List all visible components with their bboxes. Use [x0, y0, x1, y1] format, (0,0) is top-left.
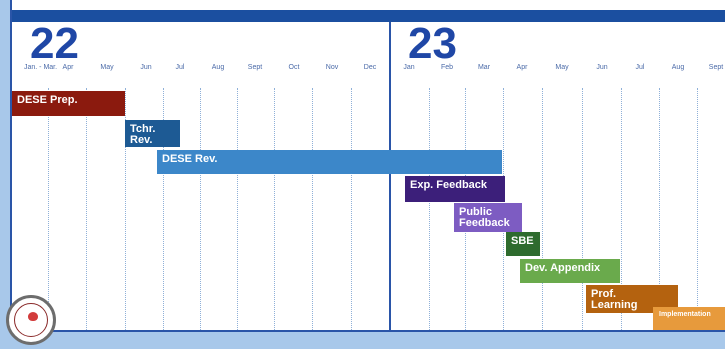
month-label: Jul — [635, 64, 645, 71]
department-seal-logo — [6, 295, 56, 345]
timeline-frame: 22 23 Jan. - Mar. Apr May Jun Jul Aug Sept Oct N… — [10, 0, 725, 332]
gantt-bar-exp-feedback: Exp. Feedback — [405, 176, 505, 202]
month-gridline — [542, 88, 543, 330]
gantt-bar-tchr-rev: Tchr. Rev. — [125, 120, 180, 147]
month-gridline — [582, 88, 583, 330]
month-label: May — [555, 64, 569, 71]
gantt-bar-implementation: Implementation — [653, 307, 725, 330]
month-gridline — [697, 88, 698, 330]
gantt-bar-public-feedback: Public Feedback — [454, 203, 522, 232]
month-gridline — [351, 88, 352, 330]
month-label: Nov — [325, 64, 339, 71]
month-label: Jan — [403, 64, 415, 71]
month-gridline — [237, 88, 238, 330]
month-label: Dec — [363, 64, 377, 71]
month-label: Jun — [140, 64, 152, 71]
month-label: Sept — [708, 64, 724, 71]
year-divider — [389, 22, 391, 330]
month-label: Feb — [440, 64, 454, 71]
month-gridline — [86, 88, 87, 330]
month-label: Jul — [175, 64, 185, 71]
gantt-bar-dev-appendix: Dev. Appendix — [520, 259, 620, 283]
header-bar — [12, 10, 725, 22]
month-label: Jan. - Mar. — [24, 64, 58, 71]
month-gridline — [200, 88, 201, 330]
apple-icon — [28, 312, 38, 321]
month-gridline — [274, 88, 275, 330]
year-label-2023: 23 — [408, 19, 457, 68]
month-label: Oct — [288, 64, 300, 71]
month-gridline — [48, 88, 49, 330]
gantt-bar-dese-rev: DESE Rev. — [157, 150, 502, 174]
month-label: May — [100, 64, 114, 71]
month-label: Sept — [247, 64, 263, 71]
month-gridline — [312, 88, 313, 330]
month-label: Mar — [477, 64, 491, 71]
month-gridline — [429, 88, 430, 330]
seal-ring — [14, 303, 48, 337]
month-label: Aug — [211, 64, 225, 71]
month-label: Aug — [671, 64, 685, 71]
gantt-bar-dese-prep: DESE Prep. — [12, 91, 125, 116]
month-label: Jun — [596, 64, 608, 71]
gantt-bar-sbe: SBE — [506, 232, 540, 256]
month-label: Apr — [516, 64, 528, 71]
month-label: Apr — [62, 64, 74, 71]
year-label-2022: 22 — [30, 19, 79, 68]
